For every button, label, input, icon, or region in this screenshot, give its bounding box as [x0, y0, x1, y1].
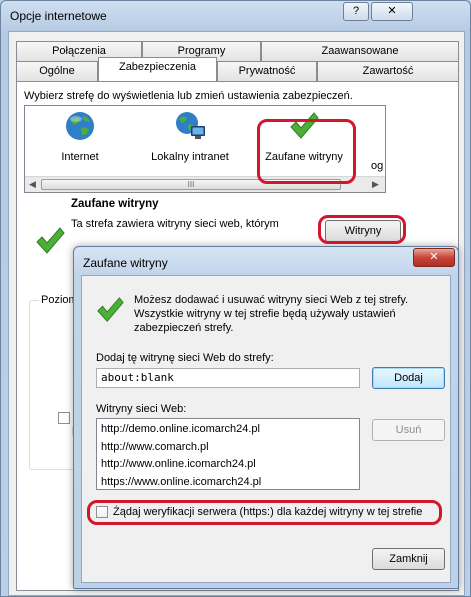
- close-dialog-button[interactable]: Zamknij: [372, 548, 445, 570]
- zone-trusted-sites[interactable]: Zaufane witryny: [259, 110, 349, 163]
- zone-list[interactable]: Internet Lokalny intranet Zaufane witryn: [24, 105, 386, 193]
- zone-label: Lokalny intranet: [151, 151, 229, 163]
- zone-label: Zaufane witryny: [265, 151, 343, 163]
- zone-label: Internet: [61, 151, 99, 163]
- sites-list-label: Witryny sieci Web:: [96, 403, 187, 415]
- intranet-icon: [176, 112, 205, 139]
- checkmark-icon: [290, 112, 319, 139]
- zone-hint-text: Wybierz strefę do wyświetlenia lub zmień…: [24, 90, 353, 102]
- add-site-label: Dodaj tę witrynę sieci Web do strefy:: [96, 352, 274, 364]
- window-title: Opcje internetowe: [10, 9, 107, 23]
- list-item[interactable]: https://www.online.icomarch24.pl: [101, 474, 355, 492]
- remove-button[interactable]: Usuń: [372, 419, 445, 441]
- selected-zone-title: Zaufane witryny: [71, 198, 159, 210]
- https-checkbox[interactable]: [96, 506, 108, 518]
- zone-intranet[interactable]: Lokalny intranet: [145, 110, 235, 163]
- help-button[interactable]: ?: [343, 2, 369, 21]
- https-checkbox-label: Żądaj weryfikacji serwera (https:) dla k…: [113, 506, 423, 518]
- scroll-left-icon[interactable]: ◀: [29, 179, 36, 190]
- tab-prywatnosc[interactable]: Prywatność: [217, 61, 317, 81]
- sites-button[interactable]: Witryny: [325, 220, 401, 242]
- tab-ogolne[interactable]: Ogólne: [16, 61, 98, 81]
- sites-list[interactable]: http://demo.online.icomarch24.pl http://…: [96, 418, 360, 490]
- add-site-input[interactable]: about:blank: [96, 368, 360, 388]
- zone-internet[interactable]: Internet: [35, 110, 125, 163]
- tab-zawartosc[interactable]: Zawartość: [317, 61, 459, 81]
- zone-label-truncated: og: [371, 160, 384, 172]
- list-item[interactable]: http://www.online.icomarch24.pl: [101, 456, 355, 474]
- close-window-button[interactable]: ✕: [371, 2, 413, 21]
- dialog-title: Zaufane witryny: [83, 256, 168, 270]
- dialog-close-button[interactable]: ✕: [413, 248, 455, 267]
- tab-zaawansowane[interactable]: Zaawansowane: [261, 41, 459, 61]
- zone-scrollbar[interactable]: ◀ III ▶: [25, 176, 385, 192]
- tab-zabezpieczenia[interactable]: Zabezpieczenia: [98, 57, 217, 81]
- protected-mode-checkbox[interactable]: [58, 412, 70, 424]
- selected-zone-description: Ta strefa zawiera witryny sieci web, któ…: [71, 218, 279, 230]
- add-button[interactable]: Dodaj: [372, 367, 445, 389]
- scroll-right-icon[interactable]: ▶: [372, 179, 379, 190]
- scroll-thumb[interactable]: III: [41, 179, 341, 190]
- dialog-message: Możesz dodawać i usuwać witryny sieci We…: [134, 294, 409, 334]
- list-item[interactable]: http://demo.online.icomarch24.pl: [101, 421, 355, 439]
- https-check-row[interactable]: Żądaj weryfikacji serwera (https:) dla k…: [96, 506, 422, 518]
- checkmark-icon: [97, 297, 124, 322]
- checkmark-icon: [36, 227, 65, 254]
- list-item[interactable]: http://www.comarch.pl: [101, 439, 355, 457]
- globe-icon: [66, 112, 94, 140]
